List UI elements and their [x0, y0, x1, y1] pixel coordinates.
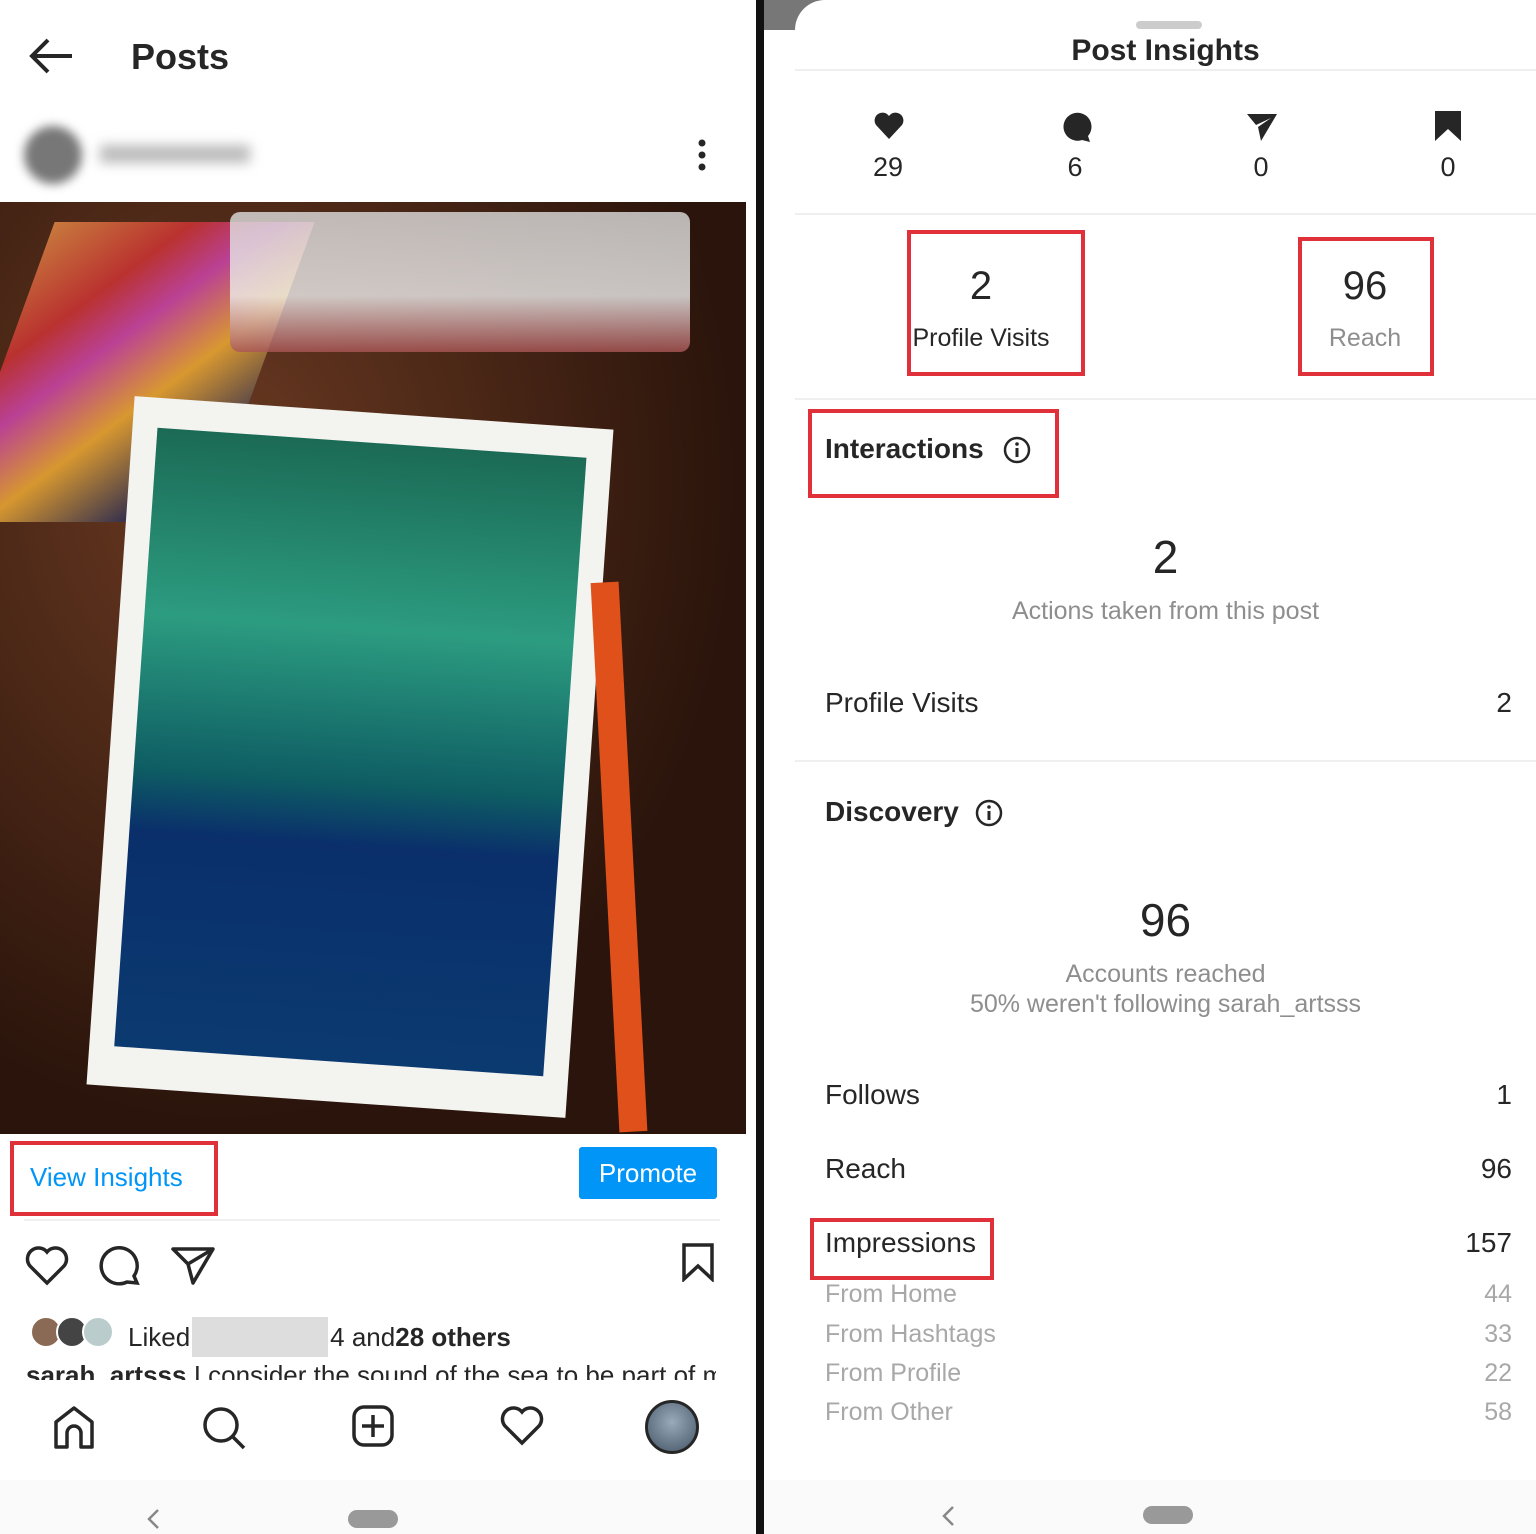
- discovery-caption: Accounts reached: [1065, 960, 1266, 988]
- impressions-from-hashtags: From Hashtags 33: [825, 1320, 1512, 1349]
- interactions-caption: Actions taken from this post: [1011, 597, 1320, 625]
- bookmark-icon[interactable]: [681, 1242, 715, 1282]
- more-options-icon[interactable]: [695, 138, 709, 172]
- profile-visits-value: 2: [969, 264, 993, 308]
- row-label: Reach: [825, 1153, 906, 1184]
- page-title: Posts: [131, 36, 230, 77]
- reach-value: 96: [1342, 264, 1388, 308]
- liked-prefix: Liked: [128, 1321, 191, 1352]
- post-insights-sheet: Post Insights 29 6 0 0 2 Profile Visits …: [764, 0, 1536, 1534]
- row-value: 96: [1480, 1153, 1512, 1184]
- row-label: From Other: [825, 1398, 953, 1426]
- discovery-heading: Discovery: [825, 796, 959, 827]
- view-insights-link[interactable]: View Insights: [30, 1162, 183, 1193]
- share-icon[interactable]: [171, 1246, 215, 1286]
- discovery-value: 96: [1139, 894, 1192, 946]
- row-label: Impressions: [825, 1227, 976, 1258]
- system-back-icon[interactable]: [941, 1505, 955, 1527]
- profile-visits-label: Profile Visits: [912, 324, 1050, 352]
- bookmark-icon: [1435, 111, 1461, 141]
- divider: [795, 69, 1536, 71]
- username-blurred[interactable]: [100, 145, 250, 163]
- divider: [795, 398, 1536, 400]
- home-icon[interactable]: [52, 1405, 96, 1449]
- system-back-icon[interactable]: [146, 1508, 160, 1530]
- discovery-row-reach: Reach 96: [825, 1153, 1512, 1185]
- row-value: 157: [1465, 1227, 1512, 1258]
- heart-icon: [874, 112, 904, 139]
- row-label: From Home: [825, 1280, 957, 1308]
- divider: [795, 760, 1536, 762]
- discovery-row-impressions: Impressions 157: [825, 1227, 1512, 1259]
- discovery-following-caption: 50% weren't following sarah_artsss: [969, 990, 1362, 1018]
- row-value: 22: [1484, 1359, 1512, 1387]
- row-label: From Profile: [825, 1359, 962, 1387]
- saves-count: 0: [1440, 152, 1456, 182]
- post-image: [0, 202, 746, 1134]
- avatar[interactable]: [24, 126, 82, 184]
- row-value: 33: [1484, 1320, 1512, 1348]
- interactions-value: 2: [1152, 531, 1179, 583]
- new-post-icon[interactable]: [351, 1404, 395, 1448]
- impressions-from-profile: From Profile 22: [825, 1359, 1512, 1388]
- liker-avatar: [82, 1316, 114, 1348]
- row-value: 58: [1484, 1398, 1512, 1426]
- row-value: 2: [1496, 687, 1512, 718]
- like-heart-icon[interactable]: [25, 1246, 69, 1286]
- comments-count: 6: [1067, 152, 1083, 182]
- system-home-pill[interactable]: [1143, 1506, 1193, 1524]
- divider: [24, 1219, 720, 1221]
- impressions-from-other: From Other 58: [825, 1398, 1512, 1427]
- reach-label: Reach: [1328, 324, 1402, 352]
- sheet-title: Post Insights: [1071, 34, 1260, 67]
- row-value: 1: [1496, 1079, 1512, 1110]
- caption-user[interactable]: sarah_artsss: [26, 1360, 186, 1380]
- system-home-pill[interactable]: [348, 1510, 398, 1528]
- shares-count: 0: [1253, 152, 1269, 182]
- likes-count: 29: [872, 152, 904, 182]
- back-arrow-icon[interactable]: [28, 38, 74, 74]
- info-icon[interactable]: [1003, 436, 1031, 464]
- divider: [795, 213, 1536, 215]
- share-icon: [1247, 114, 1277, 141]
- caption-text: I consider the sound of the sea to be pa…: [186, 1360, 716, 1380]
- row-value: 44: [1484, 1280, 1512, 1308]
- sheet-drag-handle[interactable]: [1136, 21, 1202, 29]
- blurred-name: [192, 1317, 329, 1357]
- liked-count: 4 and: [330, 1321, 396, 1352]
- discovery-row-follows: Follows 1: [825, 1079, 1512, 1111]
- impressions-from-home: From Home 44: [825, 1280, 1512, 1309]
- search-icon[interactable]: [201, 1405, 247, 1451]
- caption: sarah_artsss I consider the sound of the…: [26, 1360, 716, 1380]
- comment-icon: [1063, 112, 1092, 142]
- promote-button[interactable]: Promote: [579, 1147, 717, 1199]
- row-label: Follows: [825, 1079, 920, 1110]
- likes-summary[interactable]: Liked 4 and 28 others: [128, 1317, 511, 1357]
- row-label: From Hashtags: [825, 1320, 996, 1348]
- info-icon[interactable]: [975, 799, 1003, 827]
- profile-avatar[interactable]: [645, 1400, 699, 1454]
- activity-heart-icon[interactable]: [500, 1406, 544, 1446]
- posts-screen: Posts View Insights Promote Liked 4 and …: [0, 0, 756, 1534]
- comment-icon[interactable]: [99, 1245, 141, 1287]
- panel-divider: [756, 0, 764, 1534]
- row-label: Profile Visits: [825, 687, 979, 718]
- interactions-row-profile-visits: Profile Visits 2: [825, 687, 1512, 719]
- interactions-heading: Interactions: [825, 433, 984, 464]
- liked-others: 28 others: [395, 1321, 511, 1352]
